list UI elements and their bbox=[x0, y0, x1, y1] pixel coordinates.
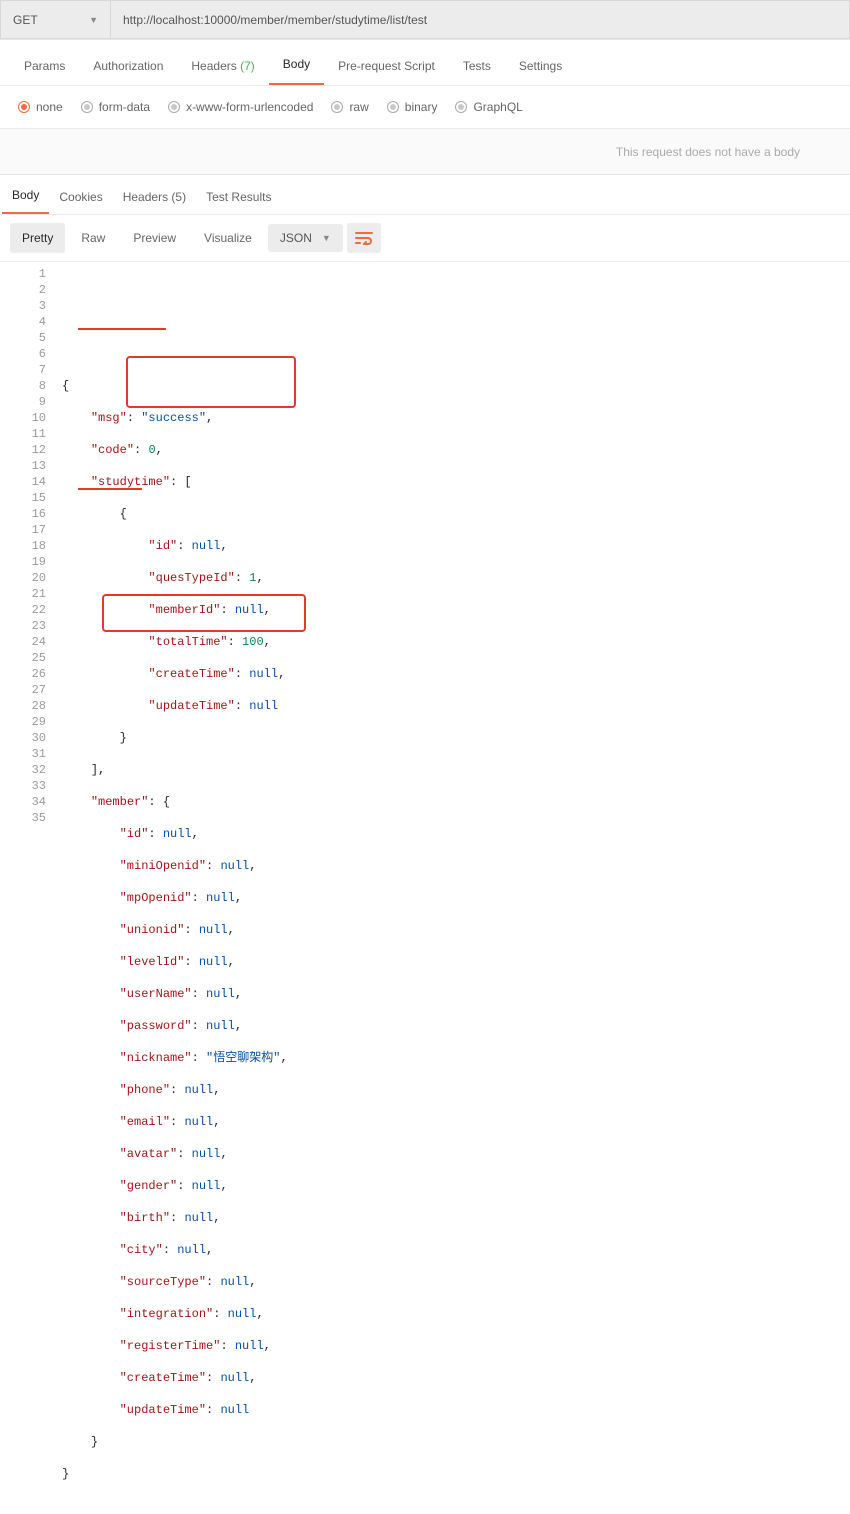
radio-binary[interactable]: binary bbox=[387, 100, 438, 114]
tab-authorization[interactable]: Authorization bbox=[79, 49, 177, 85]
tab-headers[interactable]: Headers (7) bbox=[177, 49, 268, 85]
viewer-preview-button[interactable]: Preview bbox=[121, 223, 188, 253]
viewer-raw-button[interactable]: Raw bbox=[69, 223, 117, 253]
no-body-message: This request does not have a body bbox=[0, 129, 850, 175]
wrap-icon bbox=[355, 231, 373, 245]
tab-prerequest[interactable]: Pre-request Script bbox=[324, 49, 449, 85]
radio-none[interactable]: none bbox=[18, 100, 63, 114]
radio-raw[interactable]: raw bbox=[331, 100, 368, 114]
tab-tests[interactable]: Tests bbox=[449, 49, 505, 85]
chevron-down-icon: ▼ bbox=[89, 15, 98, 25]
chevron-down-icon: ▼ bbox=[322, 233, 331, 243]
tab-body[interactable]: Body bbox=[269, 47, 324, 85]
radio-icon bbox=[455, 101, 467, 113]
radio-icon bbox=[387, 101, 399, 113]
response-tabs: Body Cookies Headers (5) Test Results bbox=[0, 175, 850, 215]
viewer-visualize-button[interactable]: Visualize bbox=[192, 223, 264, 253]
annotation-underline bbox=[78, 328, 166, 330]
viewer-format-select[interactable]: JSON ▼ bbox=[268, 224, 343, 252]
resp-tab-headers[interactable]: Headers (5) bbox=[113, 180, 196, 214]
radio-icon bbox=[331, 101, 343, 113]
radio-raw-label: raw bbox=[349, 100, 368, 114]
line-gutter: 1234567891011121314151617181920212223242… bbox=[0, 266, 62, 1514]
radio-graphql[interactable]: GraphQL bbox=[455, 100, 522, 114]
resp-tab-body[interactable]: Body bbox=[2, 178, 49, 214]
tab-headers-count: (7) bbox=[240, 59, 255, 73]
viewer-pretty-button[interactable]: Pretty bbox=[10, 223, 65, 253]
radio-icon bbox=[81, 101, 93, 113]
resp-tab-cookies[interactable]: Cookies bbox=[49, 180, 112, 214]
viewer-format-value: JSON bbox=[280, 231, 312, 245]
wrap-lines-button[interactable] bbox=[347, 223, 381, 253]
method-select[interactable]: GET ▼ bbox=[0, 0, 110, 39]
radio-graphql-label: GraphQL bbox=[473, 100, 522, 114]
radio-xwww[interactable]: x-www-form-urlencoded bbox=[168, 100, 313, 114]
radio-binary-label: binary bbox=[405, 100, 438, 114]
radio-icon bbox=[18, 101, 30, 113]
radio-formdata[interactable]: form-data bbox=[81, 100, 150, 114]
radio-none-label: none bbox=[36, 100, 63, 114]
response-viewer-toolbar: Pretty Raw Preview Visualize JSON ▼ bbox=[0, 215, 850, 262]
tab-settings[interactable]: Settings bbox=[505, 49, 576, 85]
radio-xwww-label: x-www-form-urlencoded bbox=[186, 100, 313, 114]
body-type-radios: none form-data x-www-form-urlencoded raw… bbox=[0, 86, 850, 129]
response-body-viewer[interactable]: 1234567891011121314151617181920212223242… bbox=[0, 262, 850, 1514]
method-value: GET bbox=[13, 13, 38, 27]
resp-tab-headers-label: Headers bbox=[123, 190, 168, 204]
resp-tab-headers-count: (5) bbox=[171, 190, 186, 204]
request-tabs: Params Authorization Headers (7) Body Pr… bbox=[0, 40, 850, 86]
code-content: { "msg": "success", "code": 0, "studytim… bbox=[62, 266, 850, 1514]
resp-tab-testresults[interactable]: Test Results bbox=[196, 180, 281, 214]
tab-headers-label: Headers bbox=[191, 59, 236, 73]
tab-params[interactable]: Params bbox=[10, 49, 79, 85]
radio-formdata-label: form-data bbox=[99, 100, 150, 114]
request-url-bar: GET ▼ bbox=[0, 0, 850, 40]
url-input[interactable] bbox=[110, 0, 850, 39]
radio-icon bbox=[168, 101, 180, 113]
